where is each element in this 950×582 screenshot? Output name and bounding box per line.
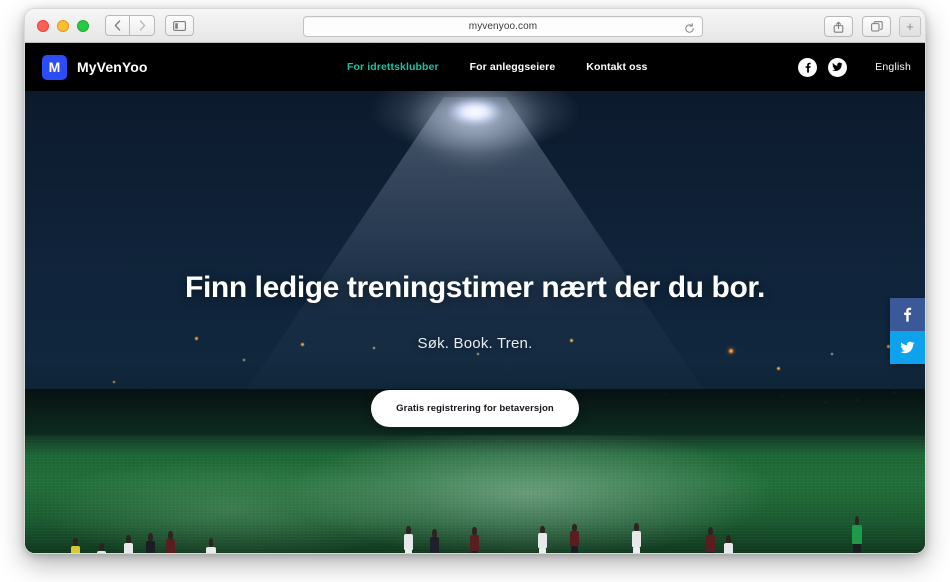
twitter-glyph-icon bbox=[832, 62, 843, 71]
nav-links: For idrettsklubber For anleggseiere Kont… bbox=[347, 61, 648, 73]
signup-cta-button[interactable]: Gratis registrering for betaversjon bbox=[371, 390, 579, 427]
address-bar-url: myvenyoo.com bbox=[468, 21, 538, 32]
facebook-icon bbox=[904, 307, 912, 322]
facebook-icon[interactable] bbox=[798, 57, 818, 77]
window-close-button[interactable] bbox=[37, 19, 49, 32]
tabs-overview-button[interactable] bbox=[862, 16, 891, 37]
window-minimize-button[interactable] bbox=[57, 19, 69, 32]
share-twitter-button[interactable] bbox=[890, 331, 925, 364]
logo-mark-icon: M bbox=[42, 54, 67, 80]
chevron-right-icon bbox=[139, 20, 145, 31]
forward-button[interactable] bbox=[130, 15, 155, 36]
hero-photo: Finn ledige treningstimer nært der du bo… bbox=[25, 91, 925, 553]
sidebar-toggle-button[interactable] bbox=[165, 15, 194, 36]
brand-name: MyVenYoo bbox=[77, 59, 148, 75]
address-bar[interactable]: myvenyoo.com bbox=[303, 16, 703, 37]
tabs-overview-icon bbox=[870, 21, 883, 32]
page-title: Finn ledige treningstimer nært der du bo… bbox=[185, 271, 765, 304]
toolbar-right-buttons bbox=[824, 16, 891, 37]
browser-window: myvenyoo.com + M MyVenYoo For idrettsklu… bbox=[24, 8, 926, 554]
nav-right-group: English bbox=[798, 57, 911, 77]
reload-icon bbox=[685, 23, 694, 33]
social-share-rail bbox=[890, 298, 925, 364]
page-viewport: M MyVenYoo For idrettsklubber For anlegg… bbox=[25, 43, 925, 553]
back-button[interactable] bbox=[105, 15, 130, 36]
hero-content: Finn ledige treningstimer nært der du bo… bbox=[25, 91, 925, 553]
site-navigation-bar: M MyVenYoo For idrettsklubber For anlegg… bbox=[25, 43, 925, 91]
language-switcher[interactable]: English bbox=[875, 61, 911, 73]
navigation-buttons bbox=[105, 15, 194, 36]
hero-subtitle: Søk. Book. Tren. bbox=[417, 335, 533, 352]
new-tab-button[interactable]: + bbox=[899, 16, 921, 37]
window-zoom-button[interactable] bbox=[77, 19, 89, 32]
window-traffic-lights bbox=[37, 19, 89, 32]
twitter-icon bbox=[900, 341, 915, 354]
share-button[interactable] bbox=[824, 16, 853, 37]
share-icon bbox=[833, 21, 844, 33]
browser-toolbar: myvenyoo.com + bbox=[25, 9, 925, 43]
facebook-glyph-icon bbox=[805, 62, 811, 73]
brand-logo[interactable]: M MyVenYoo bbox=[42, 54, 148, 80]
chevron-left-icon bbox=[114, 20, 121, 31]
nav-link-kontakt-oss[interactable]: Kontakt oss bbox=[586, 61, 647, 73]
twitter-icon[interactable] bbox=[828, 57, 848, 77]
share-facebook-button[interactable] bbox=[890, 298, 925, 331]
nav-link-for-idrettsklubber[interactable]: For idrettsklubber bbox=[347, 61, 439, 73]
reload-button[interactable] bbox=[684, 21, 695, 39]
nav-link-for-anleggseiere[interactable]: For anleggseiere bbox=[470, 61, 556, 73]
sidebar-icon bbox=[173, 20, 186, 31]
